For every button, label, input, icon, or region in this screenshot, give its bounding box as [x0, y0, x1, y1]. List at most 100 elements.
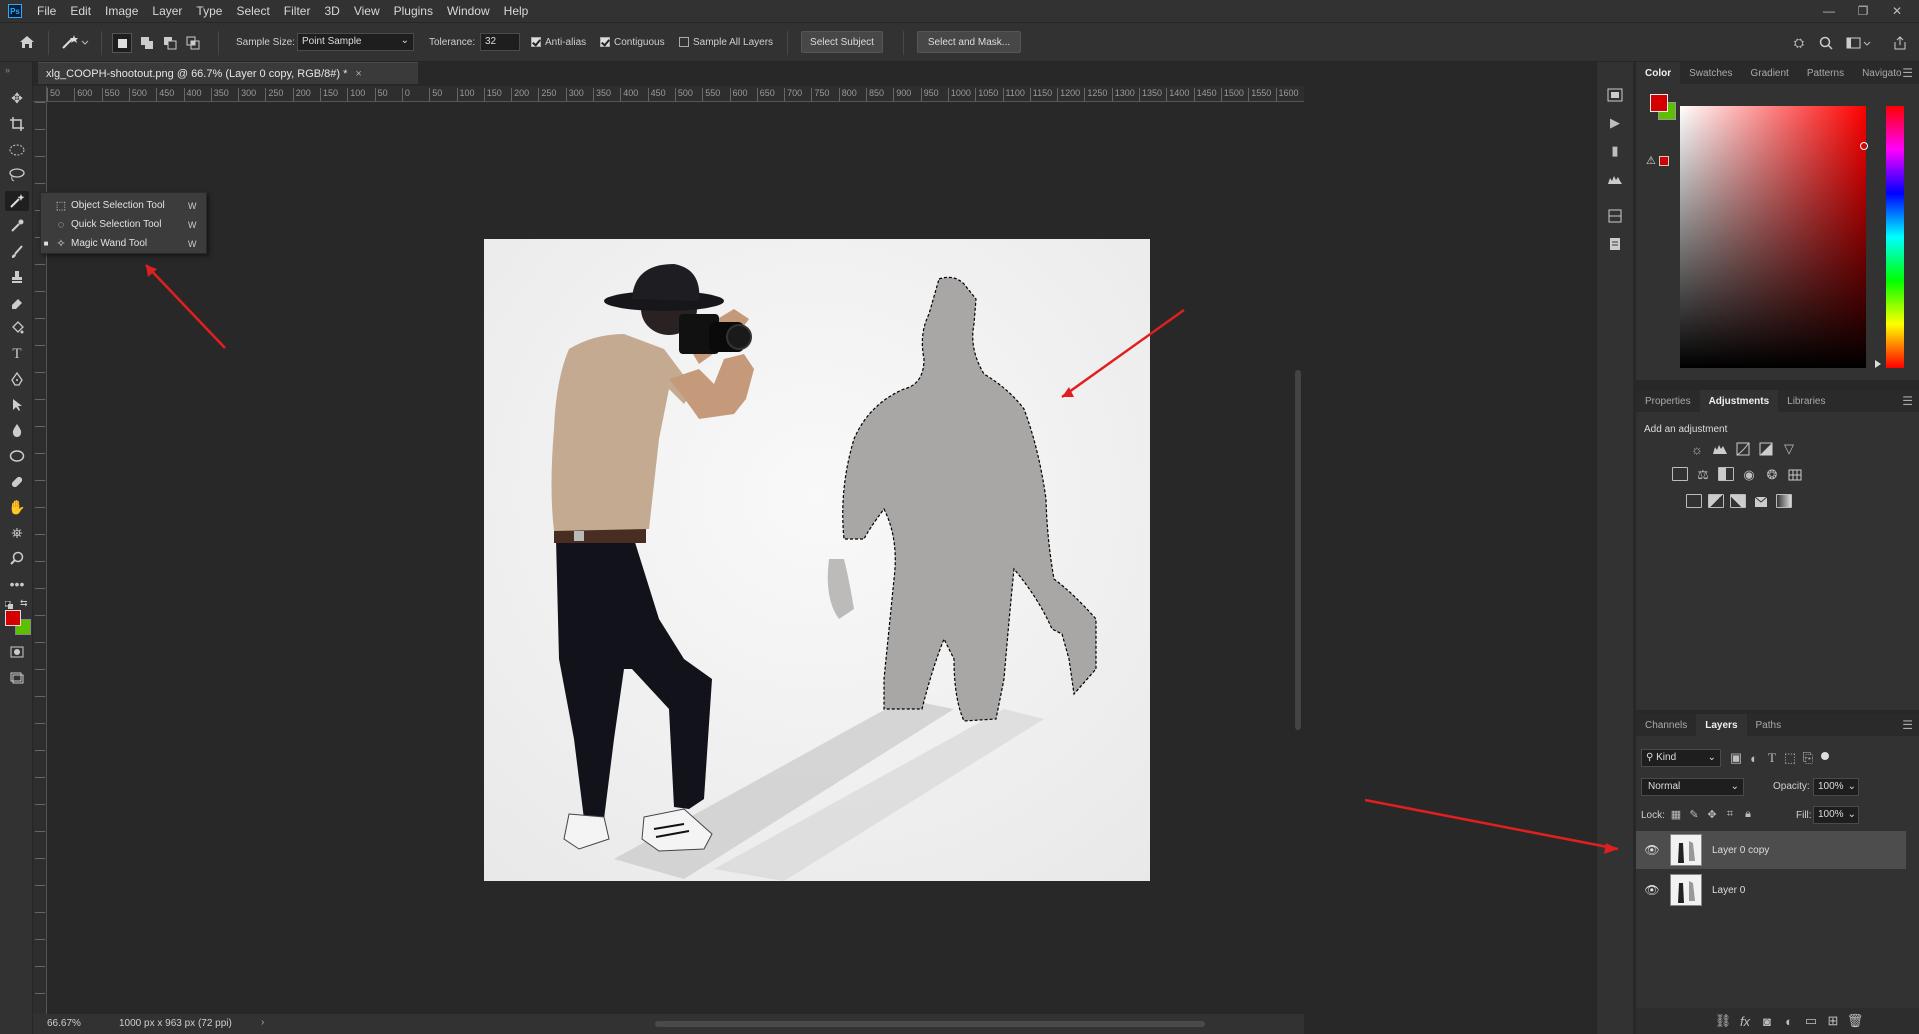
foreground-color-swatch[interactable] [5, 610, 21, 626]
object-selection-tool-item[interactable]: ⬚ Object Selection Tool W [41, 196, 206, 215]
brightness-contrast-icon[interactable]: ☼ [1688, 440, 1706, 458]
exposure-icon[interactable] [1757, 440, 1775, 458]
quick-selection-tool-item[interactable]: ◌ Quick Selection Tool W [41, 215, 206, 234]
intersect-selection-mode-icon[interactable] [183, 33, 203, 53]
gamut-warning-icon[interactable]: ⚠ [1646, 154, 1656, 167]
lock-all-icon[interactable]: 🔒︎ [1741, 807, 1755, 821]
photoshop-logo[interactable]: Ps [8, 4, 22, 18]
ellipse-shape-tool-icon[interactable] [5, 446, 29, 466]
more-tools-icon[interactable]: ••• [5, 574, 29, 594]
tab-channels[interactable]: Channels [1636, 714, 1696, 736]
menu-image[interactable]: Image [98, 4, 145, 18]
filter-toggle-icon[interactable] [1821, 752, 1829, 760]
black-white-icon[interactable] [1718, 467, 1734, 481]
magic-wand-tool-item[interactable]: ■ ✧ Magic Wand Tool W [41, 234, 206, 253]
document-tab[interactable]: xlg_COOPH-shootout.png @ 66.7% (Layer 0 … [38, 62, 418, 84]
brush-tool-icon[interactable] [5, 242, 29, 262]
photo-filter-icon[interactable]: ◉ [1740, 466, 1758, 484]
layer-name[interactable]: Layer 0 [1712, 885, 1745, 896]
add-mask-icon[interactable]: ◙ [1758, 1012, 1776, 1030]
menu-type[interactable]: Type [189, 4, 229, 18]
add-to-selection-mode-icon[interactable] [137, 33, 157, 53]
filter-smart-object-icon[interactable]: ⎘ [1800, 750, 1816, 766]
share-cloud-icon[interactable]: ⛭ [1789, 33, 1809, 53]
lock-position-icon[interactable]: ✥ [1705, 807, 1719, 821]
healing-brush-tool-icon[interactable] [5, 472, 29, 492]
layer-comps-icon[interactable] [1601, 205, 1629, 227]
color-picker-cursor[interactable] [1860, 142, 1868, 150]
menu-window[interactable]: Window [440, 4, 497, 18]
link-layers-icon[interactable]: ⛓ [1714, 1012, 1732, 1030]
default-colors-icon[interactable] [4, 600, 15, 609]
tab-layers[interactable]: Layers [1696, 714, 1747, 736]
collapse-tools-icon[interactable]: » [5, 65, 10, 75]
blend-mode-select[interactable]: Normal ⌄ [1641, 778, 1744, 796]
hue-slider[interactable] [1886, 106, 1904, 368]
panel-menu-icon[interactable]: ☰ [1902, 394, 1913, 408]
menu-3d[interactable]: 3D [317, 4, 346, 18]
menu-edit[interactable]: Edit [63, 4, 98, 18]
history-icon[interactable] [1601, 84, 1629, 106]
zoom-tool-icon[interactable] [5, 548, 29, 568]
histogram-icon[interactable] [1601, 168, 1629, 190]
select-subject-button[interactable]: Select Subject [801, 31, 883, 53]
lasso-tool-icon[interactable] [5, 165, 29, 185]
document-image[interactable] [484, 239, 1150, 881]
tab-properties[interactable]: Properties [1636, 390, 1700, 412]
layer-filter-select[interactable]: ⚲ Kind ⌄ [1641, 749, 1721, 767]
anti-alias-checkbox[interactable] [531, 37, 541, 47]
new-layer-icon[interactable]: ⊞ [1824, 1012, 1842, 1030]
menu-file[interactable]: File [30, 4, 63, 18]
pen-tool-icon[interactable] [5, 369, 29, 389]
menu-filter[interactable]: Filter [277, 4, 318, 18]
magic-wand-tool-icon[interactable] [5, 191, 29, 211]
lock-transparent-icon[interactable]: ▦ [1669, 807, 1683, 821]
swap-colors-icon[interactable]: ⇆ [20, 598, 28, 609]
blur-tool-icon[interactable] [5, 420, 29, 440]
tab-swatches[interactable]: Swatches [1680, 62, 1741, 84]
vertical-scrollbar[interactable] [1292, 102, 1304, 1014]
restore-button[interactable]: ❐ [1846, 0, 1880, 22]
menu-help[interactable]: Help [497, 4, 536, 18]
hue-slider-handle[interactable] [1875, 360, 1881, 368]
screen-mode-icon[interactable] [5, 668, 29, 688]
new-group-icon[interactable]: ▭ [1802, 1012, 1820, 1030]
tab-paths[interactable]: Paths [1747, 714, 1791, 736]
tool-preset-picker[interactable] [58, 32, 92, 52]
filter-adjustment-icon[interactable]: ◐ [1746, 750, 1762, 766]
vibrance-icon[interactable]: ▽ [1780, 440, 1798, 458]
layer-style-fx-icon[interactable]: fx [1736, 1012, 1754, 1030]
channel-mixer-icon[interactable]: ❂ [1763, 466, 1781, 484]
color-field[interactable] [1680, 106, 1868, 368]
comments-icon[interactable]: ▮ [1601, 140, 1629, 162]
color-lookup-icon[interactable] [1786, 466, 1804, 484]
filter-type-icon[interactable]: T [1764, 750, 1780, 766]
opacity-input[interactable]: 100% ⌄ [1813, 778, 1859, 796]
lock-artboard-icon[interactable]: ⌗ [1723, 807, 1737, 821]
contiguous-checkbox[interactable] [600, 37, 610, 47]
panel-menu-icon[interactable]: ☰ [1902, 66, 1913, 80]
home-icon[interactable] [16, 31, 38, 53]
layer-name[interactable]: Layer 0 copy [1712, 845, 1769, 856]
tab-color[interactable]: Color [1636, 62, 1681, 84]
rotate-view-tool-icon[interactable]: ⛯ [5, 523, 29, 543]
new-adjustment-layer-icon[interactable]: ◐ [1780, 1012, 1798, 1030]
eyedropper-tool-icon[interactable] [5, 216, 29, 236]
layer-row-layer-0-copy[interactable]: 👁︎ Layer 0 copy [1636, 831, 1906, 869]
gradient-map-icon[interactable] [1776, 494, 1792, 508]
menu-plugins[interactable]: Plugins [387, 4, 440, 18]
menu-select[interactable]: Select [229, 4, 276, 18]
tab-patterns[interactable]: Patterns [1798, 62, 1853, 84]
levels-icon[interactable] [1711, 440, 1729, 458]
menu-layer[interactable]: Layer [145, 4, 189, 18]
tab-gradient[interactable]: Gradient [1741, 62, 1797, 84]
share-icon[interactable] [1890, 33, 1910, 53]
hue-saturation-icon[interactable] [1672, 467, 1688, 481]
workspace-switcher-icon[interactable] [1843, 33, 1875, 53]
close-tab-icon[interactable]: × [355, 68, 361, 80]
path-selection-tool-icon[interactable] [5, 395, 29, 415]
marquee-tool-icon[interactable] [5, 140, 29, 160]
tab-adjustments[interactable]: Adjustments [1699, 390, 1779, 412]
close-window-button[interactable]: ✕ [1880, 0, 1914, 22]
actions-play-icon[interactable]: ▶ [1601, 112, 1629, 134]
